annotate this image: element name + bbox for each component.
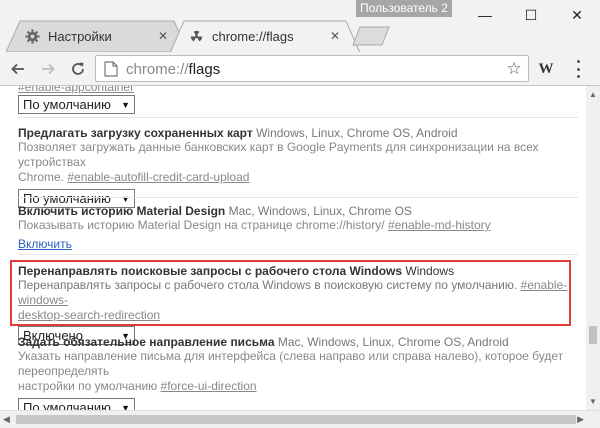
flag-title: Перенаправлять поисковые запросы с рабоч… [18, 264, 455, 278]
flag-select[interactable]: По умолчанию ▼ [18, 398, 135, 410]
extension-w-icon[interactable]: W [538, 61, 554, 77]
toolbar: chrome://flags ☆ W [0, 52, 600, 86]
flag-title: Предлагать загрузку сохраненных карт Win… [18, 126, 458, 140]
title-bar: Пользователь 2 — ☐ ✕ Настройки ✕ chrome:… [0, 0, 600, 52]
flag-description: Показывать историю Material Design на ст… [18, 218, 385, 232]
tab-title: chrome://flags [212, 28, 294, 44]
flag-hash-link[interactable]: #enable-md-history [388, 218, 491, 232]
divider [18, 117, 578, 118]
divider [18, 197, 578, 198]
flag-description: Указать направление письма для интерфейс… [18, 349, 564, 378]
flag-platforms: Windows, Linux, Chrome OS, Android [256, 126, 458, 140]
scroll-up-icon[interactable]: ▲ [589, 90, 597, 99]
flag-description-cont: настройки по умолчанию [18, 379, 158, 393]
radiation-icon [188, 28, 204, 44]
close-window-button[interactable]: ✕ [554, 0, 600, 30]
scroll-right-icon[interactable]: ▶ [577, 414, 584, 425]
flag-item-md-history: Включить историю Material Design Mac, Wi… [18, 204, 578, 251]
scroll-left-icon[interactable]: ◀ [3, 414, 10, 425]
flag-hash-link[interactable]: #enable-appcontainer [18, 86, 134, 94]
flag-item-windows-search-redirect: Перенаправлять поисковые запросы с рабоч… [18, 264, 578, 345]
tab-close-icon[interactable]: ✕ [328, 29, 342, 43]
back-button[interactable] [6, 57, 30, 81]
scrollbar-thumb[interactable] [589, 326, 597, 344]
user-profile-badge[interactable]: Пользователь 2 [356, 0, 452, 17]
divider [18, 254, 578, 255]
address-bar[interactable]: chrome://flags ☆ [95, 55, 529, 82]
arrow-left-icon [11, 63, 24, 75]
flag-select[interactable]: По умолчанию ▼ [18, 95, 135, 114]
enable-link[interactable]: Включить [18, 237, 72, 251]
tab-close-icon[interactable]: ✕ [156, 29, 170, 43]
page-icon [104, 61, 118, 77]
new-tab-button[interactable] [352, 26, 390, 46]
arrow-right-icon [42, 63, 55, 75]
vertical-scrollbar[interactable]: ▲ ▼ [586, 86, 600, 410]
bookmark-star-icon[interactable]: ☆ [504, 59, 524, 79]
gear-icon [24, 28, 40, 44]
select-value: По умолчанию [23, 400, 111, 410]
forward-button[interactable] [36, 57, 60, 81]
select-value: По умолчанию [23, 97, 111, 112]
flag-description: Перенаправлять запросы с рабочего стола … [18, 278, 518, 292]
flag-title: Включить историю Material Design Mac, Wi… [18, 204, 412, 218]
url-text: chrome://flags [126, 61, 220, 78]
maximize-button[interactable]: ☐ [508, 0, 554, 30]
dropdown-arrow-icon: ▼ [121, 402, 130, 411]
scrollbar-thumb[interactable] [16, 415, 576, 424]
flag-hash-link-cont[interactable]: desktop-search-redirection [18, 308, 160, 322]
flag-platforms: Windows [405, 264, 455, 278]
dropdown-arrow-icon: ▼ [121, 99, 130, 110]
url-path: flags [188, 61, 221, 78]
flag-description: Позволяет загружать данные банковских ка… [18, 140, 539, 169]
url-scheme: chrome:// [126, 61, 189, 78]
flag-platforms: Mac, Windows, Linux, Chrome OS [228, 204, 412, 218]
menu-icon[interactable] [572, 60, 584, 78]
flag-item-appcontainer: #enable-appcontainer По умолчанию ▼ [18, 86, 578, 114]
tab-flags[interactable]: chrome://flags ✕ [170, 20, 360, 52]
flag-hash-link[interactable]: #enable-autofill-credit-card-upload [67, 170, 249, 184]
flag-item-autofill-card-upload: Предлагать загрузку сохраненных карт Win… [18, 126, 578, 208]
minimize-button[interactable]: — [462, 0, 508, 30]
flag-title: Задать обязательное направление письма M… [18, 335, 509, 349]
tab-settings[interactable]: Настройки ✕ [6, 20, 188, 52]
flags-page: #enable-appcontainer По умолчанию ▼ Предл… [0, 86, 586, 410]
flag-hash-link[interactable]: #force-ui-direction [161, 379, 257, 393]
tab-title: Настройки [48, 28, 112, 44]
reload-icon [72, 62, 84, 75]
horizontal-scrollbar[interactable]: ◀ ▶ [0, 410, 600, 428]
flag-platforms: Mac, Windows, Linux, Chrome OS, Android [277, 335, 509, 349]
scroll-down-icon[interactable]: ▼ [589, 397, 597, 406]
flag-description-cont: Chrome. [18, 170, 65, 184]
dropdown-arrow-icon: ▼ [121, 193, 130, 204]
flag-item-force-ui-direction: Задать обязательное направление письма M… [18, 335, 578, 410]
reload-button[interactable] [66, 57, 90, 81]
